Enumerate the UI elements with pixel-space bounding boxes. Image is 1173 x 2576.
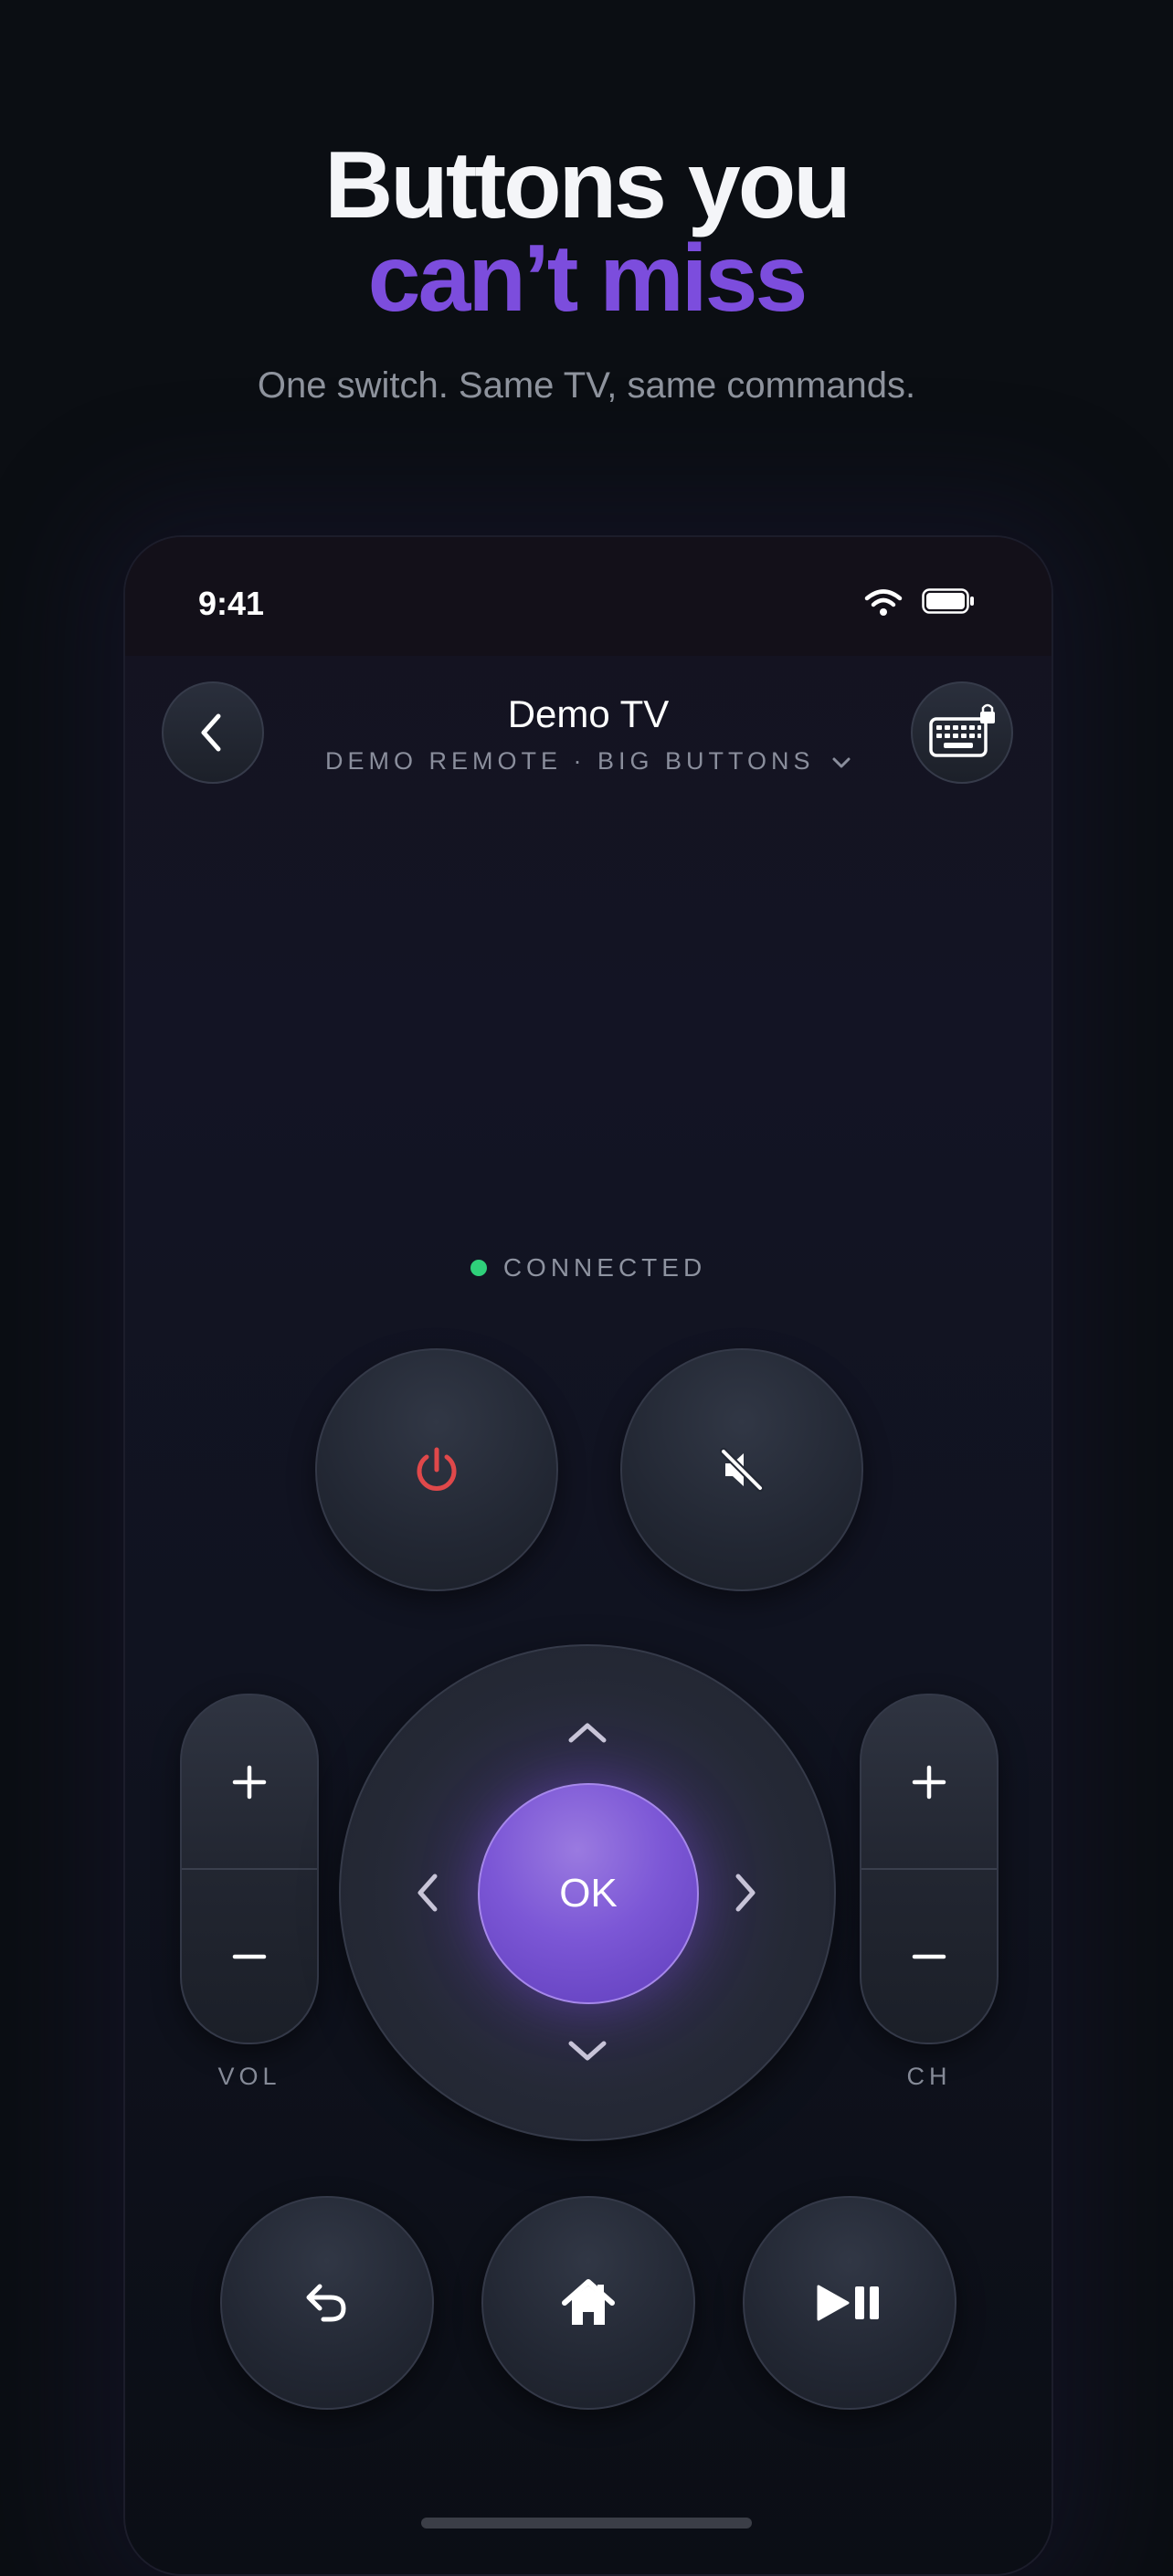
power-icon	[417, 1447, 457, 1491]
chevron-down-icon	[832, 757, 851, 768]
connection-label: CONNECTED	[502, 1253, 707, 1282]
channel-label: CH	[906, 2063, 952, 2090]
connection-status: CONNECTED	[125, 1253, 1051, 1283]
hero-title-line2: can’t miss	[367, 226, 808, 332]
mute-button[interactable]	[620, 1348, 863, 1591]
mute-icon	[720, 1448, 764, 1492]
channel-down-button[interactable]	[861, 1870, 997, 2043]
hero-title-line1: Buttons you	[324, 132, 851, 238]
device-subtitle: DEMO REMOTE · BIG BUTTONS	[324, 747, 815, 775]
status-bar: 9:41	[125, 537, 1051, 656]
play-pause-button[interactable]	[743, 2196, 956, 2410]
keyboard-lock-icon	[929, 703, 995, 757]
chevron-left-icon	[417, 1874, 438, 1912]
power-button[interactable]	[315, 1348, 558, 1591]
status-time: 9:41	[198, 585, 265, 622]
channel-rocker	[860, 1694, 999, 2044]
dpad-down-button[interactable]	[551, 2015, 624, 2088]
dpad-left-button[interactable]	[390, 1856, 463, 1929]
chevron-right-icon	[735, 1874, 756, 1912]
channel-up-button[interactable]	[861, 1695, 997, 1868]
ok-button[interactable]: OK	[478, 1783, 699, 2004]
dpad: OK	[339, 1644, 836, 2141]
home-button[interactable]	[481, 2196, 695, 2410]
back-arrow-icon	[306, 2284, 346, 2322]
volume-down-button[interactable]	[182, 1870, 317, 2043]
device-selector[interactable]: DEMO REMOTE · BIG BUTTONS	[125, 747, 1051, 776]
keyboard-button[interactable]	[911, 681, 1013, 784]
volume-label: VOL	[217, 2063, 281, 2090]
wifi-icon	[864, 589, 903, 616]
dpad-up-button[interactable]	[551, 1695, 624, 1768]
dpad-right-button[interactable]	[710, 1856, 783, 1929]
minus-icon	[912, 1954, 946, 1958]
chevron-up-icon	[568, 1723, 607, 1743]
play-pause-icon	[817, 2285, 879, 2321]
home-indicator[interactable]	[421, 2518, 752, 2528]
plus-icon	[232, 1765, 267, 1799]
plus-icon	[912, 1765, 946, 1799]
chevron-down-icon	[568, 2041, 607, 2061]
minus-icon	[232, 1954, 267, 1958]
status-dot	[470, 1259, 487, 1276]
volume-rocker	[180, 1694, 319, 2044]
return-button[interactable]	[220, 2196, 434, 2410]
battery-icon	[922, 588, 974, 614]
volume-up-button[interactable]	[182, 1695, 317, 1868]
hero-subtitle: One switch. Same TV, same commands.	[257, 365, 916, 406]
home-icon	[562, 2279, 615, 2325]
phone-frame: 9:41 Demo TV DEMO REMOTE · BIG BUTTONS C…	[123, 535, 1053, 2576]
